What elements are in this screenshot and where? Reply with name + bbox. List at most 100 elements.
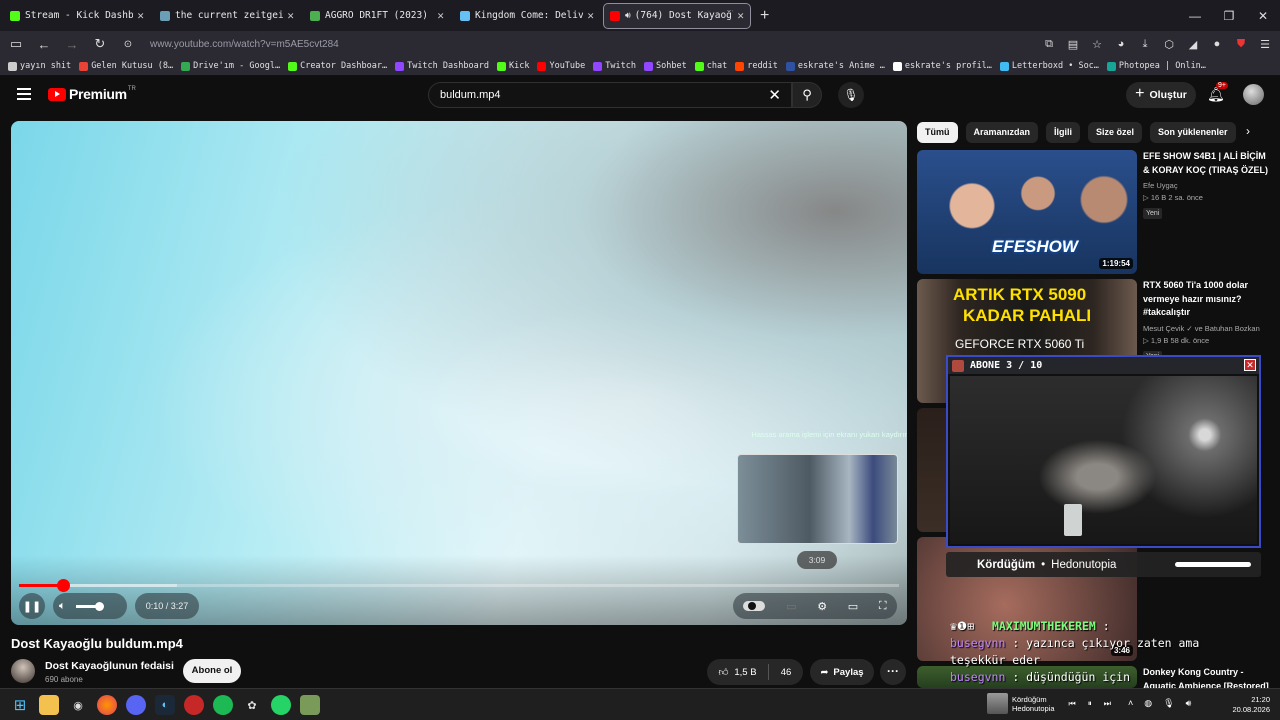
speaker-icon[interactable]: 🔊︎ (625, 11, 631, 21)
bookmark-item[interactable]: Twitch Dashboard (395, 61, 489, 71)
menu-icon[interactable]: ☰ (1258, 38, 1272, 51)
extensions-puzzle-icon[interactable]: ⬡ (1162, 38, 1176, 51)
bookmark-item[interactable]: Kick (496, 61, 529, 71)
browser-tab[interactable]: 🔊︎ (764) Dost Kayaoğlu ✕ (603, 2, 751, 29)
bookmark-item[interactable]: eskrate's Anime … (785, 61, 885, 71)
reload-icon[interactable]: ↻ (88, 36, 112, 52)
chevron-up-icon[interactable]: ˄ (1128, 698, 1133, 709)
subtitles-icon[interactable]: ▭ (786, 600, 796, 613)
channel-avatar[interactable] (11, 659, 35, 683)
speaker-icon[interactable]: 🔊︎ (1186, 698, 1192, 709)
firefox-icon[interactable] (97, 695, 117, 715)
extension-icon[interactable]: ◕ (1114, 38, 1128, 50)
close-tab-icon[interactable]: ✕ (437, 9, 444, 22)
reader-view-icon[interactable]: ▤ (1066, 38, 1080, 51)
bookmark-item[interactable]: chat (694, 61, 727, 71)
bookmark-star-icon[interactable]: ☆ (1090, 38, 1104, 51)
obs-icon[interactable]: ◉ (68, 695, 88, 715)
notifications-button[interactable]: 🔔︎ 9+ (1207, 82, 1228, 103)
new-tab-button[interactable]: + (760, 7, 769, 25)
bookmark-item[interactable]: Letterboxd • Soc… (999, 61, 1099, 71)
browser-tab[interactable]: AGGRO DR1FT (2023) dire✕ (304, 4, 450, 28)
picture-in-picture-icon[interactable]: ⧉ (1042, 38, 1056, 51)
discord-icon[interactable] (126, 695, 146, 715)
mic-tray-icon[interactable]: 🎙︎ (1163, 698, 1174, 709)
bookmark-item[interactable]: yayın shit (8, 61, 71, 71)
browser-tab[interactable]: Stream - Kick Dashboard✕ (4, 4, 150, 28)
scrubber-handle[interactable] (57, 579, 70, 592)
site-info-icon[interactable]: ⊙ (116, 39, 140, 50)
chip-filter[interactable]: İlgili (1046, 121, 1081, 143)
recommendation-title[interactable]: RTX 5060 Ti'a 1000 dolar vermeye hazır m… (1143, 279, 1273, 320)
forward-icon[interactable]: → (60, 37, 84, 52)
network-icon[interactable]: ◍ (1144, 698, 1152, 709)
fullscreen-icon[interactable]: ⛶ (879, 600, 887, 613)
pause-track-icon[interactable]: ⏸ (1088, 699, 1092, 709)
back-icon[interactable]: ← (32, 37, 56, 52)
address-bar[interactable]: www.youtube.com/watch?v=m5AE5cvt284 (150, 39, 339, 50)
translate-icon[interactable]: ◢ (1186, 38, 1200, 51)
theater-mode-icon[interactable]: ▭ (848, 600, 858, 613)
comment-count[interactable]: 46 (769, 667, 803, 678)
maximize-icon[interactable]: ❐ (1212, 9, 1246, 23)
clock[interactable]: 21:20 20.08.2026 (1232, 695, 1270, 715)
spotify-icon[interactable] (213, 695, 233, 715)
video-thumbnail[interactable]: EFESHOW 1:19:54 (917, 150, 1137, 274)
close-tab-icon[interactable]: ✕ (737, 9, 744, 22)
bookmark-item[interactable]: Drive'ım - Googl… (181, 61, 280, 71)
subscribe-button[interactable]: Abone ol (183, 659, 241, 683)
create-button[interactable]: + Oluştur (1126, 82, 1196, 108)
chip-filter[interactable]: Son yüklenenler (1150, 121, 1236, 143)
minimize-icon[interactable]: — (1178, 9, 1212, 23)
channel-name[interactable]: Dost Kayaoğlunun fedaisi (45, 660, 174, 672)
volume-control[interactable]: 🔈︎ (53, 593, 127, 619)
next-track-icon[interactable]: ⏭ (1104, 699, 1111, 709)
chevron-right-icon[interactable]: › (1246, 124, 1250, 138)
more-actions-button[interactable]: ··· (880, 659, 906, 685)
previous-track-icon[interactable]: ⏮ (1069, 699, 1076, 709)
recommendation-channel[interactable]: Mesut Çevik ✓ ve Batuhan Bozkan (1143, 324, 1273, 333)
app-icon[interactable] (184, 695, 204, 715)
game-app-icon[interactable] (300, 695, 320, 715)
bookmark-item[interactable]: Twitch (593, 61, 636, 71)
youtube-logo[interactable]: Premium TR (48, 86, 136, 102)
avatar[interactable] (1243, 84, 1264, 105)
ublock-icon[interactable]: ⛊ (1234, 38, 1248, 51)
voice-search-button[interactable]: 🎙︎ (838, 82, 864, 108)
browser-tab[interactable]: Kingdom Come: Deliveran✕ (454, 4, 600, 28)
bookmark-item[interactable]: Sohbet (644, 61, 687, 71)
whatsapp-icon[interactable] (271, 695, 291, 715)
bookmark-item[interactable]: Photopea | Onlin… (1106, 61, 1206, 71)
file-explorer-icon[interactable] (39, 695, 59, 715)
start-icon[interactable]: ⊞ (10, 695, 30, 715)
bookmark-item[interactable]: reddit (735, 61, 778, 71)
chip-filter[interactable]: Aramanızdan (965, 121, 1039, 143)
pause-button[interactable]: ❚❚ (19, 593, 45, 619)
search-button[interactable]: ⚲ (792, 82, 822, 108)
video-player[interactable]: Hassas arama işlemi için ekranı yukarı k… (11, 121, 907, 625)
volume-icon[interactable]: 🔈︎ (59, 600, 66, 613)
bookmark-item[interactable]: YouTube (537, 61, 585, 71)
progress-bar[interactable] (19, 579, 899, 592)
close-tab-icon[interactable]: ✕ (587, 9, 594, 22)
bookmark-item[interactable]: eskrate's profil… (892, 61, 992, 71)
like-button[interactable]: 👍︎ 1,5 B (707, 664, 769, 680)
chip-filter[interactable]: Tümü (917, 121, 958, 143)
browser-tab[interactable]: the current zeitgeist,✕ (154, 4, 300, 28)
sidebar-toggle-icon[interactable]: ▭ (4, 36, 28, 52)
close-window-icon[interactable]: ✕ (1246, 9, 1280, 23)
chatgpt-icon[interactable]: ✿ (242, 695, 262, 715)
guide-menu-icon[interactable] (17, 88, 31, 100)
settings-gear-icon[interactable]: ⚙ (817, 600, 827, 613)
close-tab-icon[interactable]: ✕ (287, 9, 294, 22)
account-icon[interactable]: ● (1210, 38, 1224, 50)
steam-icon[interactable]: ◐ (155, 695, 175, 715)
chip-filter[interactable]: Size özel (1088, 121, 1143, 143)
recommendation-title[interactable]: EFE SHOW S4B1 | ALİ BİÇİM & KORAY KOÇ (T… (1143, 150, 1273, 177)
bookmark-item[interactable]: Creator Dashboar… (288, 61, 387, 71)
clear-search-icon[interactable]: ✕ (768, 86, 781, 104)
close-tab-icon[interactable]: ✕ (137, 9, 144, 22)
autoplay-toggle[interactable] (743, 601, 766, 611)
volume-slider[interactable] (75, 601, 104, 611)
recommendation-channel[interactable]: Efe Uygaç (1143, 181, 1273, 190)
